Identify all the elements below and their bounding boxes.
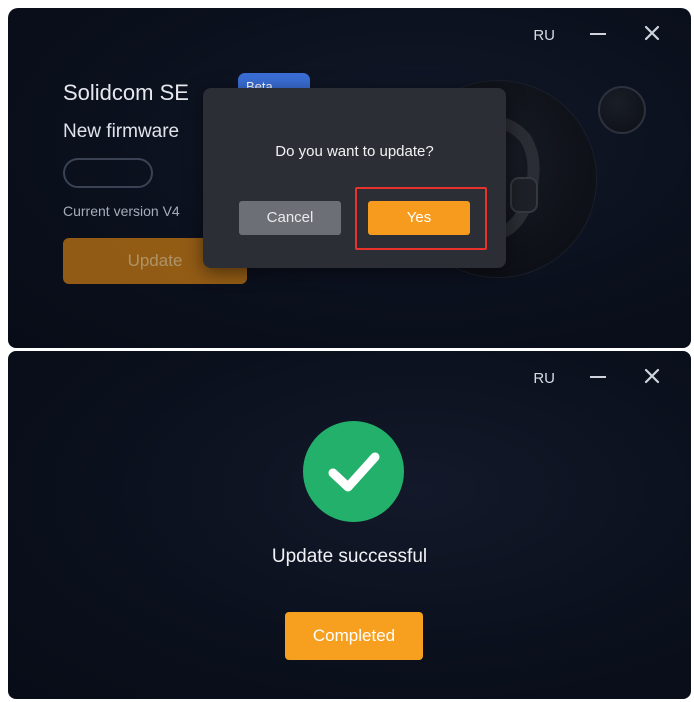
- confirm-update-dialog: Do you want to update? Cancel Yes: [203, 88, 506, 268]
- accessory-image: [598, 86, 646, 134]
- update-success-window: RU Update successful Completed: [8, 351, 691, 699]
- dialog-message: Do you want to update?: [275, 143, 434, 160]
- current-version-label: Current version V4: [63, 203, 180, 219]
- firmware-update-window: RU Solidcom SE Beta New firmware Current…: [8, 8, 691, 348]
- language-button[interactable]: RU: [533, 370, 555, 387]
- yes-button[interactable]: Yes: [368, 201, 470, 235]
- minimize-icon[interactable]: [589, 24, 607, 42]
- completed-button[interactable]: Completed: [285, 612, 423, 660]
- language-button[interactable]: RU: [533, 27, 555, 44]
- checkmark-icon: [303, 421, 404, 522]
- close-icon[interactable]: [643, 367, 661, 385]
- cancel-button[interactable]: Cancel: [239, 201, 341, 235]
- device-name: Solidcom SE: [63, 80, 189, 105]
- close-icon[interactable]: [643, 24, 661, 42]
- minimize-icon[interactable]: [589, 367, 607, 385]
- update-status-text: Update successful: [271, 546, 428, 567]
- firmware-version-pill: [63, 158, 153, 188]
- new-firmware-label: New firmware: [63, 121, 180, 142]
